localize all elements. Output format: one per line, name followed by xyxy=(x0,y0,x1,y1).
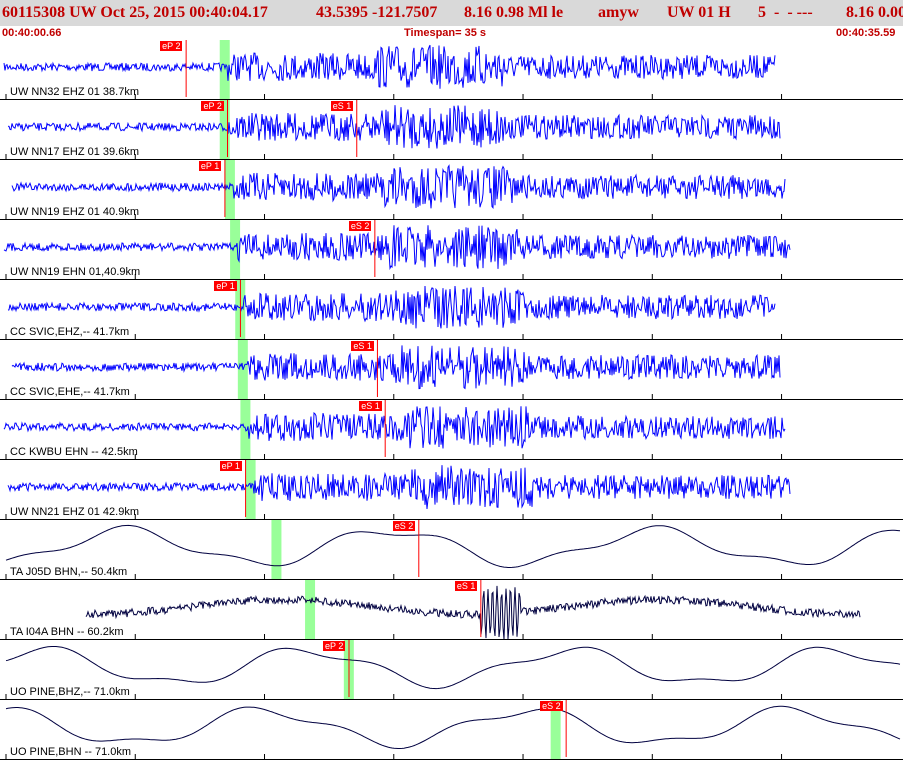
pick-flag[interactable]: eP 2 xyxy=(201,101,224,111)
seismic-trace xyxy=(85,585,861,640)
event-source: UW 01 H xyxy=(667,4,731,21)
time-start: 00:40:00.66 xyxy=(2,27,62,39)
pick-flag[interactable]: eS 2 xyxy=(392,521,416,531)
channel-label: UO PINE,BHZ,-- 71.0km xyxy=(10,686,130,698)
seismic-trace xyxy=(7,105,781,149)
seismic-trace xyxy=(5,705,901,749)
pick-flag[interactable]: eS 1 xyxy=(330,101,354,111)
channel-label: CC SVIC,EHZ,-- 41.7km xyxy=(10,326,130,338)
seismic-trace xyxy=(3,44,776,89)
pick-flag[interactable]: eS 1 xyxy=(359,401,382,411)
event-quality: 5 - - --- xyxy=(758,4,813,21)
channel-label: UO PINE,BHN -- 71.0km xyxy=(10,746,132,758)
channel-label: UW NN32 EHZ 01 38.7km xyxy=(10,86,139,98)
pick-flag[interactable]: eS 2 xyxy=(348,221,372,231)
pick-flag[interactable]: eP 1 xyxy=(214,281,237,291)
channel-label: CC SVIC,EHE,-- 41.7km xyxy=(10,386,130,398)
event-magnitude: 8.16 0.98 Ml le xyxy=(464,4,564,21)
seismic-trace xyxy=(11,164,786,209)
seismic-trace xyxy=(7,285,776,329)
channel-label: CC KWBU EHN -- 42.5km xyxy=(10,446,138,458)
pick-window xyxy=(271,520,282,580)
pick-flag[interactable]: eS 1 xyxy=(454,581,478,591)
event-user: amyw xyxy=(598,4,639,21)
channel-label: UW NN21 EHZ 01 42.9km xyxy=(10,506,139,518)
pick-flag[interactable]: eS 1 xyxy=(351,341,374,351)
seismic-trace xyxy=(5,646,901,690)
pick-flag[interactable]: eS 2 xyxy=(540,701,563,711)
pick-flag[interactable]: eP 1 xyxy=(198,161,222,171)
seismic-trace xyxy=(5,524,901,568)
event-id: 60115308 UW Oct 25, 2015 00:40:04.17 xyxy=(2,4,268,21)
pick-window xyxy=(305,580,316,640)
time-bar: 00:40:00.66 Timespan= 35 s 00:40:35.59 xyxy=(0,26,903,40)
event-header: 60115308 UW Oct 25, 2015 00:40:04.17 43.… xyxy=(0,0,903,26)
pick-flag[interactable]: eP 1 xyxy=(219,461,242,471)
timespan: Timespan= 35 s xyxy=(404,27,487,39)
pick-flag[interactable]: eP 2 xyxy=(160,41,183,51)
seismic-trace xyxy=(3,406,786,449)
channel-label: TA I04A BHN -- 60.2km xyxy=(10,626,124,638)
seismic-trace xyxy=(11,345,781,390)
pick-window xyxy=(230,220,241,280)
channel-label: UW NN17 EHZ 01 39.6km xyxy=(10,146,139,158)
seismic-trace xyxy=(3,225,791,271)
channel-label: UW NN19 EHN 01,40.9km xyxy=(10,266,141,278)
channel-label: UW NN19 EHZ 01 40.9km xyxy=(10,206,139,218)
event-location: 43.5395 -121.7507 xyxy=(316,4,438,21)
time-end: 00:40:35.59 xyxy=(836,27,896,39)
event-extra: 8.16 0.00 xyxy=(846,4,903,21)
channel-label: TA J05D BHN,-- 50.4km xyxy=(10,566,128,578)
pick-flag[interactable]: eP 2 xyxy=(322,641,346,651)
seismic-trace xyxy=(7,465,791,510)
pick-window xyxy=(237,340,248,400)
seismogram-plot[interactable]: eP 2 UW NN32 EHZ 01 38.7km eP 2 eS 1 UW NN17… xyxy=(0,40,903,760)
